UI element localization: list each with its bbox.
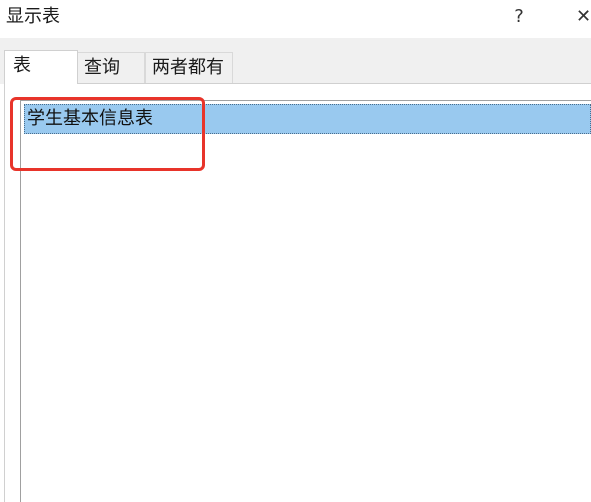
dialog-title: 显示表 (6, 6, 60, 27)
tab-both[interactable]: 两者都有 (145, 52, 233, 84)
close-button[interactable]: ✕ (576, 4, 591, 30)
help-button[interactable]: ? (508, 4, 530, 30)
tab-tables[interactable]: 表 (4, 50, 78, 84)
red-highlight-annotation (10, 97, 205, 171)
title-bar: 显示表 ? ✕ (0, 0, 591, 38)
tab-strip: 表 查询 两者都有 (0, 38, 591, 84)
tab-queries[interactable]: 查询 (77, 52, 145, 84)
show-table-dialog: 显示表 ? ✕ 表 查询 两者都有 学生基本信息表 (0, 0, 591, 502)
